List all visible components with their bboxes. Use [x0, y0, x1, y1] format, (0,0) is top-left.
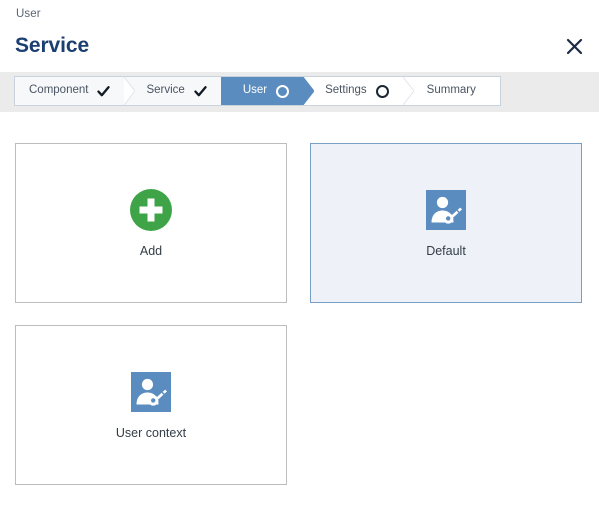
wizard-step-label: Component: [29, 84, 89, 97]
user-key-icon: [424, 188, 468, 232]
circle-outline-icon: [276, 84, 290, 98]
wizard-step-summary[interactable]: Summary: [402, 77, 500, 105]
plus-circle-icon: [129, 188, 173, 232]
card-user-context[interactable]: User context: [15, 325, 287, 485]
card-label: User context: [115, 425, 187, 440]
page-title: Service: [15, 34, 90, 57]
wizard-step-label: Settings: [325, 84, 367, 97]
wizard-step-service[interactable]: Service: [124, 77, 232, 105]
check-icon: [97, 85, 111, 98]
card-row: User context: [15, 325, 585, 485]
wizard-steps: Component Service User Settings Summary: [14, 76, 501, 106]
dialog-header: User Service: [0, 0, 599, 72]
close-icon: [566, 38, 583, 55]
wizard-step-label: Summary: [426, 84, 476, 97]
wizard-step-user[interactable]: User: [220, 77, 315, 105]
card-grid: Add Default User context: [15, 143, 585, 485]
circle-outline-icon: [375, 84, 389, 98]
breadcrumb: User: [16, 8, 41, 20]
user-key-icon: [129, 370, 173, 414]
card-add[interactable]: Add: [15, 143, 287, 303]
check-icon: [194, 85, 207, 98]
card-default[interactable]: Default: [310, 143, 582, 303]
card-row: Add Default: [15, 143, 585, 303]
wizard-step-label: User: [242, 84, 268, 97]
card-label: Default: [426, 243, 466, 258]
wizard-step-settings[interactable]: Settings: [303, 77, 414, 105]
wizard-strip: Component Service User Settings Summary: [0, 72, 599, 112]
close-button[interactable]: [561, 33, 587, 59]
wizard-step-label: Service: [146, 84, 185, 97]
wizard-step-component[interactable]: Component: [15, 77, 136, 105]
card-label: Add: [139, 243, 163, 258]
